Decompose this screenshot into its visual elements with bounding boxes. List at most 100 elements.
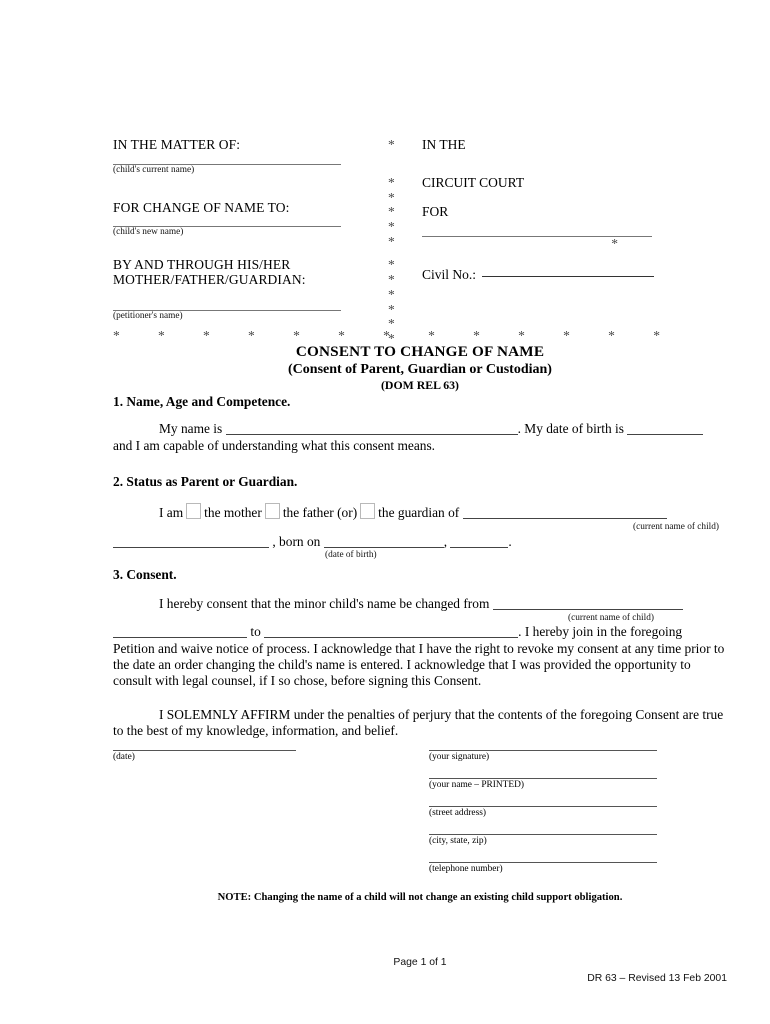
caption-right-for-court: FOR *	[422, 191, 658, 253]
date-fill-line[interactable]	[113, 750, 296, 751]
telephone-fill-line[interactable]	[429, 862, 657, 863]
child-current-name-fill-line-s3[interactable]	[492, 596, 683, 610]
caption-star: *	[388, 137, 395, 152]
checkbox-father[interactable]	[264, 502, 280, 519]
section-3-paragraph-2: Petition and waive notice of process. I …	[113, 640, 725, 689]
name-fill-line[interactable]	[225, 421, 518, 436]
separator-star: *	[563, 328, 570, 343]
signature-fill-line[interactable]	[429, 750, 657, 751]
separator-star: *	[293, 328, 300, 343]
caption-star: *	[388, 286, 395, 302]
date-of-birth-fill-line[interactable]	[627, 421, 704, 436]
section-2-heading: 2. Status as Parent or Guardian.	[113, 474, 298, 490]
affirm-lead: I SOLEMNLY AFFIRM	[159, 706, 291, 722]
date-caption: (date)	[113, 752, 135, 762]
document-title: CONSENT TO CHANGE OF NAME	[295, 343, 545, 360]
caption-row-matter-of: IN THE MATTER OF: (child's current name)…	[113, 137, 658, 176]
child-current-name-caption: (child's current name)	[113, 164, 195, 175]
document-title-block: CONSENT TO CHANGE OF NAME (Consent of Pa…	[113, 343, 727, 393]
s1-text-capable: and I am capable of understanding what t…	[113, 437, 436, 453]
caption-right-civil-no: Civil No.:	[422, 252, 658, 283]
caption-star: *	[388, 233, 395, 249]
signature-fields-group: (your signature) (your name – PRINTED) (…	[429, 750, 657, 890]
petitioner-name-caption: (petitioner's name)	[113, 310, 183, 321]
section-2-paragraph: I am the mother the father (or) the guardia…	[113, 502, 727, 521]
caption-right-in-the: IN THE	[422, 137, 466, 152]
printed-name-caption: (your name – PRINTED)	[429, 780, 525, 790]
form-code: (DOM REL 63)	[381, 378, 459, 392]
section-3-to-row: to . I hereby join in the foregoing	[113, 624, 727, 640]
s2-comma: ,	[443, 534, 448, 550]
separator-star: *	[248, 328, 255, 343]
s3-text-consent-from: I hereby consent that the minor child's …	[159, 595, 490, 611]
new-name-fill-line[interactable]	[264, 624, 519, 639]
separator-star: *	[428, 328, 435, 343]
civil-no-row: Civil No.:	[422, 267, 658, 283]
s2-label-father: the father (or)	[282, 504, 358, 520]
s1-text-dob: . My date of birth is	[517, 421, 624, 437]
section-3-heading: 3. Consent.	[113, 567, 177, 583]
child-new-name-caption: (child's new name)	[113, 227, 184, 238]
by-and-through-line-1: BY AND THROUGH HIS/HER	[113, 257, 291, 273]
affirmation-paragraph: I SOLEMNLY AFFIRM under the penalties of…	[113, 707, 727, 740]
section-2-dob-row: , born on , .	[113, 534, 727, 550]
city-state-zip-fill-line[interactable]	[429, 834, 657, 835]
s3-text-join-foregoing: . I hereby join in the foregoing	[518, 624, 683, 640]
caption-star: *	[388, 257, 395, 273]
separator-star: *	[518, 328, 525, 343]
for-label: FOR	[422, 203, 449, 219]
telephone-caption: (telephone number)	[429, 864, 503, 874]
s2-text-i-am: I am	[159, 504, 184, 520]
caption-star: *	[388, 204, 395, 220]
s1-text-my-name-is: My name is	[159, 421, 223, 437]
civil-no-fill-line[interactable]	[482, 276, 655, 278]
civil-no-label: Civil No.:	[422, 267, 477, 283]
for-change-of-name-label: FOR CHANGE OF NAME TO:	[113, 199, 290, 215]
s2-label-guardian: the guardian of	[378, 504, 460, 520]
child-current-name-fill-line-s2[interactable]	[462, 505, 667, 519]
city-state-zip-caption: (city, state, zip)	[429, 836, 487, 846]
caption-separator-stars: * * * * * * * * * * * * *	[113, 328, 660, 344]
checkbox-guardian[interactable]	[360, 502, 376, 519]
street-address-fill-line[interactable]	[429, 806, 657, 807]
birth-date-fill-line[interactable]	[323, 534, 444, 549]
caption-star: *	[611, 236, 618, 252]
checkbox-mother[interactable]	[186, 502, 202, 519]
caption-left-change-to: FOR CHANGE OF NAME TO: (child's new name…	[113, 191, 385, 239]
caption-star: *	[388, 174, 395, 190]
separator-star: *	[473, 328, 480, 343]
s2-dob-caption: (date of birth)	[325, 550, 377, 561]
caption-left-matter-of: IN THE MATTER OF: (child's current name)	[113, 137, 385, 176]
s3-text-to: to	[250, 624, 261, 640]
case-caption: IN THE MATTER OF: (child's current name)…	[113, 137, 658, 347]
child-name-continued-fill-line[interactable]	[113, 534, 269, 549]
matter-of-label: IN THE MATTER OF:	[113, 137, 241, 152]
separator-star: *	[113, 328, 120, 343]
document-page: IN THE MATTER OF: (child's current name)…	[0, 0, 770, 1024]
old-name-continued-fill-line[interactable]	[113, 624, 247, 639]
by-and-through-line-2: MOTHER/FATHER/GUARDIAN:	[113, 271, 306, 287]
birth-year-fill-line[interactable]	[450, 534, 509, 549]
s2-label-mother: the mother	[204, 504, 262, 520]
printed-name-fill-line[interactable]	[429, 778, 657, 779]
separator-star: *	[338, 328, 345, 343]
s2-text-born-on: , born on	[272, 534, 321, 550]
separator-star: *	[653, 328, 660, 343]
document-body: 1. Name, Age and Competence. My name is …	[113, 394, 727, 740]
support-obligation-note: NOTE: Changing the name of a child will …	[217, 892, 623, 903]
caption-left-by-and-through: BY AND THROUGH HIS/HER MOTHER/FATHER/GUA…	[113, 252, 385, 322]
street-address-caption: (street address)	[429, 808, 487, 818]
signature-caption: (your signature)	[429, 752, 490, 762]
s2-period: .	[508, 534, 512, 550]
page-number: Page 1 of 1	[393, 957, 447, 968]
document-subtitle: (Consent of Parent, Guardian or Custodia…	[288, 362, 552, 377]
separator-star: *	[608, 328, 615, 343]
form-revision: DR 63 – Revised 13 Feb 2001	[587, 973, 727, 984]
separator-star: *	[383, 328, 390, 343]
